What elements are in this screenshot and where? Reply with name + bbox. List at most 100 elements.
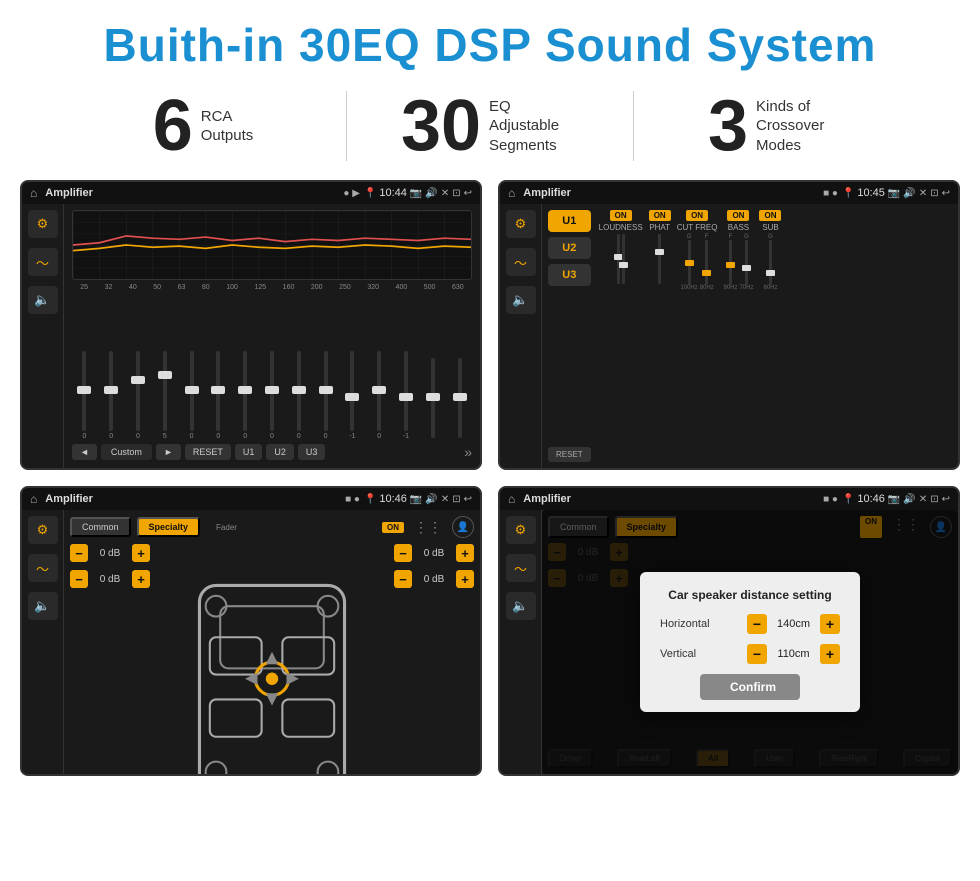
confirm-button[interactable]: Confirm xyxy=(700,674,800,700)
loudness-on[interactable]: ON xyxy=(610,210,632,221)
more-arrow-icon[interactable]: » xyxy=(464,444,472,460)
eq-slider-13[interactable]: -1 xyxy=(394,351,419,440)
window-icon[interactable]: ⊡ xyxy=(452,188,460,199)
eq-next-btn[interactable]: ► xyxy=(156,444,181,460)
eq-slider-15[interactable] xyxy=(447,358,472,440)
dialog-close-icon[interactable]: ✕ xyxy=(919,494,927,505)
bass-label: BASS xyxy=(728,223,749,232)
dialog-home-icon[interactable]: ⌂ xyxy=(508,492,515,506)
fader-back-icon[interactable]: ↩ xyxy=(464,494,472,505)
eq-slider-7[interactable]: 0 xyxy=(233,351,258,440)
crossover-window-icon[interactable]: ⊡ xyxy=(930,188,938,199)
tab-common[interactable]: Common xyxy=(70,517,131,537)
eq-slider-2[interactable]: 0 xyxy=(99,351,124,440)
phat-on[interactable]: ON xyxy=(649,210,671,221)
eq-slider-9[interactable]: 0 xyxy=(286,351,311,440)
eq-slider-3[interactable]: 0 xyxy=(126,351,151,440)
vertical-plus-btn[interactable]: + xyxy=(820,644,840,664)
cross-speaker-btn[interactable]: 🔈 xyxy=(506,286,536,314)
crossover-main: U1 U2 U3 RESET ON LOUDNESS xyxy=(542,204,958,468)
location-icon: 📍 xyxy=(364,188,376,199)
eq-wave-btn[interactable]: 〜 xyxy=(28,248,58,276)
preset-u3[interactable]: U3 xyxy=(548,264,591,286)
eq-slider-14[interactable] xyxy=(420,358,445,440)
eq-slider-5[interactable]: 0 xyxy=(179,351,204,440)
fader-plus-2[interactable]: + xyxy=(132,570,150,588)
eq-slider-1[interactable]: 0 xyxy=(72,351,97,440)
fader-on-badge[interactable]: ON xyxy=(382,522,404,533)
fader-window-icon[interactable]: ⊡ xyxy=(452,494,460,505)
sub-on[interactable]: ON xyxy=(759,210,781,221)
fader-minus-3[interactable]: − xyxy=(394,544,412,562)
preset-u1[interactable]: U1 xyxy=(548,210,591,232)
vertical-minus-btn[interactable]: − xyxy=(747,644,767,664)
dialog-camera-icon: 📷 xyxy=(888,494,900,505)
horizontal-plus-btn[interactable]: + xyxy=(820,614,840,634)
cross-filter-btn[interactable]: ⚙ xyxy=(506,210,536,238)
crossover-volume-icon: 🔊 xyxy=(903,188,915,199)
dialog-speaker-btn[interactable]: 🔈 xyxy=(506,592,536,620)
fader-plus-1[interactable]: + xyxy=(132,544,150,562)
stats-row: 6 RCAOutputs 30 EQ AdjustableSegments 3 … xyxy=(0,82,980,176)
close-icon[interactable]: ✕ xyxy=(441,188,449,199)
preset-u2[interactable]: U2 xyxy=(548,237,591,259)
dialog-time: 10:46 xyxy=(857,493,885,505)
eq-filter-btn[interactable]: ⚙ xyxy=(28,210,58,238)
eq-slider-10[interactable]: 0 xyxy=(313,351,338,440)
eq-u2-btn[interactable]: U2 xyxy=(266,444,294,460)
eq-slider-11[interactable]: -1 xyxy=(340,351,365,440)
home-icon[interactable]: ⌂ xyxy=(30,186,37,200)
dialog-wave-btn[interactable]: 〜 xyxy=(506,554,536,582)
cross-wave-btn[interactable]: 〜 xyxy=(506,248,536,276)
cutfreq-on[interactable]: ON xyxy=(686,210,708,221)
dialog-side-controls: ⚙ 〜 🔈 xyxy=(500,510,542,774)
eq-slider-12[interactable]: 0 xyxy=(367,351,392,440)
fader-minus-2[interactable]: − xyxy=(70,570,88,588)
dialog-back-icon[interactable]: ↩ xyxy=(942,494,950,505)
dialog-main-panel: Common Specialty ON ⋮⋮ 👤 −0 dB+ −0 dB+ xyxy=(542,510,958,774)
fader-close-icon[interactable]: ✕ xyxy=(441,494,449,505)
eq-prev-btn[interactable]: ◄ xyxy=(72,444,97,460)
vertical-stepper: − 110cm + xyxy=(747,644,840,664)
fader-body: − 0 dB + − 0 dB + xyxy=(70,544,474,776)
fader-home-icon[interactable]: ⌂ xyxy=(30,492,37,506)
crossover-close-icon[interactable]: ✕ xyxy=(919,188,927,199)
fader-db-control-1: − 0 dB + xyxy=(70,544,150,562)
fader-speaker-btn[interactable]: 🔈 xyxy=(28,592,58,620)
fader-person-icon[interactable]: 👤 xyxy=(452,516,474,538)
fader-minus-4[interactable]: − xyxy=(394,570,412,588)
eq-speaker-btn[interactable]: 🔈 xyxy=(28,286,58,314)
eq-u3-btn[interactable]: U3 xyxy=(298,444,326,460)
crossover-time: 10:45 xyxy=(857,187,885,199)
back-icon[interactable]: ↩ xyxy=(464,188,472,199)
fader-minus-1[interactable]: − xyxy=(70,544,88,562)
horizontal-minus-btn[interactable]: − xyxy=(747,614,767,634)
fader-plus-3[interactable]: + xyxy=(456,544,474,562)
crossover-screen: ⌂ Amplifier ■ ● 📍 10:45 📷 🔊 ✕ ⊡ ↩ ⚙ 〜 🔈 xyxy=(498,180,960,470)
fader-db-control-3: − 0 dB + xyxy=(394,544,474,562)
eq-slider-6[interactable]: 0 xyxy=(206,351,231,440)
eq-u1-btn[interactable]: U1 xyxy=(235,444,263,460)
eq-slider-8[interactable]: 0 xyxy=(260,351,285,440)
fader-label-text: Fader xyxy=(216,523,372,532)
tab-specialty[interactable]: Specialty xyxy=(137,517,201,537)
fader-filter-btn[interactable]: ⚙ xyxy=(28,516,58,544)
stat-eq-number: 30 xyxy=(401,90,481,162)
horizontal-value: 140cm xyxy=(771,618,816,630)
fader-screen: ⌂ Amplifier ■ ● 📍 10:46 📷 🔊 ✕ ⊡ ↩ ⚙ 〜 🔈 xyxy=(20,486,482,776)
loudness-label: LOUDNESS xyxy=(599,223,643,232)
dialog-filter-btn[interactable]: ⚙ xyxy=(506,516,536,544)
crossover-back-icon[interactable]: ↩ xyxy=(942,188,950,199)
bass-on[interactable]: ON xyxy=(727,210,749,221)
fader-wave-btn[interactable]: 〜 xyxy=(28,554,58,582)
crossover-dots: ■ ● xyxy=(823,188,838,199)
dialog-window-icon[interactable]: ⊡ xyxy=(930,494,938,505)
crossover-reset-btn[interactable]: RESET xyxy=(548,447,591,462)
fader-db-value-1: 0 dB xyxy=(92,548,128,559)
crossover-controls: ON LOUDNESS xyxy=(599,210,952,462)
fader-plus-4[interactable]: + xyxy=(456,570,474,588)
crossover-status-icons: 📍 10:45 📷 🔊 ✕ ⊡ ↩ xyxy=(842,187,950,199)
eq-reset-btn[interactable]: RESET xyxy=(185,444,231,460)
eq-slider-4[interactable]: 5 xyxy=(152,351,177,440)
crossover-home-icon[interactable]: ⌂ xyxy=(508,186,515,200)
